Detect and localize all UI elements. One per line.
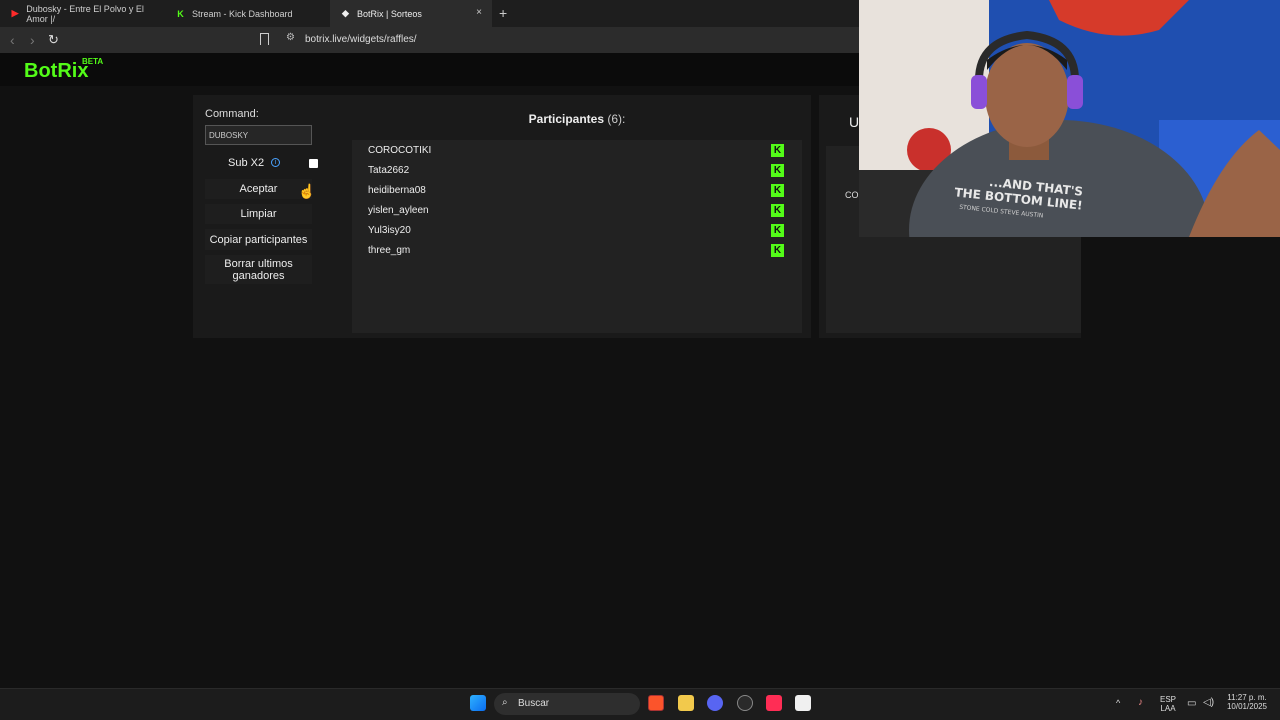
clear-button[interactable]: Limpiar (205, 204, 312, 224)
list-item: three_gm (368, 245, 411, 256)
start-icon[interactable] (470, 695, 486, 711)
tab-label: Dubosky - Entre El Polvo y El Amor |/ (26, 3, 144, 24)
accept-button[interactable]: Aceptar (205, 179, 312, 199)
beta-badge: BETA (82, 57, 104, 66)
webcam-illustration: ...AND THAT'S THE BOTTOM LINE! STONE COL… (859, 0, 1280, 237)
bookmark-icon[interactable] (260, 33, 269, 45)
participants-list (352, 140, 802, 333)
winners-title: U (849, 114, 860, 130)
reload-icon[interactable]: ↻ (48, 32, 59, 48)
botrix-favicon-icon: ◆ (342, 8, 349, 18)
winners-box-lower (859, 237, 1081, 333)
kick-icon: K (771, 204, 784, 217)
kick-icon: K (771, 164, 784, 177)
tab-label: Stream - Kick Dashboard (192, 8, 293, 19)
list-item: Yul3isy20 (368, 225, 411, 236)
botrix-logo[interactable]: BotRix (24, 60, 88, 83)
winners-box (826, 146, 859, 333)
windows-taskbar (0, 688, 1280, 720)
lang-line: ESP (1159, 695, 1176, 704)
taskbar-search[interactable] (494, 693, 640, 715)
app-icon[interactable] (737, 695, 753, 711)
tab-botrix-sorteos[interactable]: ◆ BotRix | Sorteos × (330, 0, 492, 27)
copy-participants-button[interactable]: Copiar participantes (205, 229, 312, 250)
volume-icon[interactable]: ◁) (1203, 697, 1214, 708)
site-settings-icon[interactable]: ⚙ (286, 32, 295, 43)
youtube-icon: ▶ (11, 8, 19, 18)
network-icon[interactable]: ▭ (1187, 698, 1196, 709)
participants-heading: Participantes (528, 112, 605, 126)
hand-cursor-icon: ☝ (298, 183, 316, 199)
kick-icon: K (771, 224, 784, 237)
list-item: yislen_ayleen (368, 205, 429, 216)
kick-icon: K (771, 244, 784, 257)
file-explorer-icon[interactable] (678, 695, 694, 711)
language-indicator[interactable]: ESP LAA (1158, 695, 1178, 713)
lang-line: LAA (1160, 704, 1176, 713)
command-input[interactable] (205, 125, 312, 145)
kick-icon: K (771, 144, 784, 157)
search-input[interactable]: Buscar (518, 698, 549, 709)
url-input[interactable]: botrix.live/widgets/raffles/ (305, 34, 417, 45)
list-item: Tata2662 (368, 165, 410, 176)
forward-icon[interactable]: › (30, 32, 35, 48)
webcam-overlay: ...AND THAT'S THE BOTTOM LINE! STONE COL… (859, 0, 1280, 237)
tiktok-icon[interactable] (766, 695, 782, 711)
close-tab-icon[interactable]: × (476, 7, 482, 18)
info-icon[interactable]: i (271, 158, 280, 167)
participants-count: (6): (607, 112, 626, 126)
participants-title: Participantes (6): (352, 112, 802, 126)
delete-winners-button[interactable]: Borrar ultimos ganadores (205, 255, 312, 284)
sub-x2-label: Sub X2 (228, 157, 265, 169)
tab-kick-dashboard[interactable]: K Stream - Kick Dashboard (165, 0, 330, 27)
capcut-icon[interactable] (795, 695, 811, 711)
tab-youtube[interactable]: ▶ Dubosky - Entre El Polvo y El Amor |/ (0, 0, 165, 27)
chevron-up-icon[interactable]: ^ (1116, 698, 1120, 708)
new-tab-button[interactable]: + (499, 5, 507, 21)
back-icon[interactable]: ‹ (10, 32, 15, 48)
tab-label: BotRix | Sorteos (357, 8, 422, 19)
discord-icon[interactable] (707, 695, 723, 711)
clock[interactable]: 11:27 p. m. 10/01/2025 (1222, 693, 1272, 711)
search-icon: ⌕ (502, 697, 508, 708)
kick-icon: K (771, 184, 784, 197)
winner-entry: CO (845, 190, 859, 200)
list-item: COROCOTIKI (368, 145, 432, 156)
date: 10/01/2025 (1226, 702, 1268, 711)
microphone-icon[interactable]: ♪ (1138, 697, 1143, 708)
sub-x2-checkbox[interactable] (309, 159, 318, 168)
kick-icon: K (177, 8, 184, 19)
time: 11:27 p. m. (1227, 693, 1267, 702)
command-label: Command: (205, 108, 259, 120)
brave-browser-icon[interactable] (648, 695, 664, 711)
list-item: heidiberna08 (368, 185, 426, 196)
